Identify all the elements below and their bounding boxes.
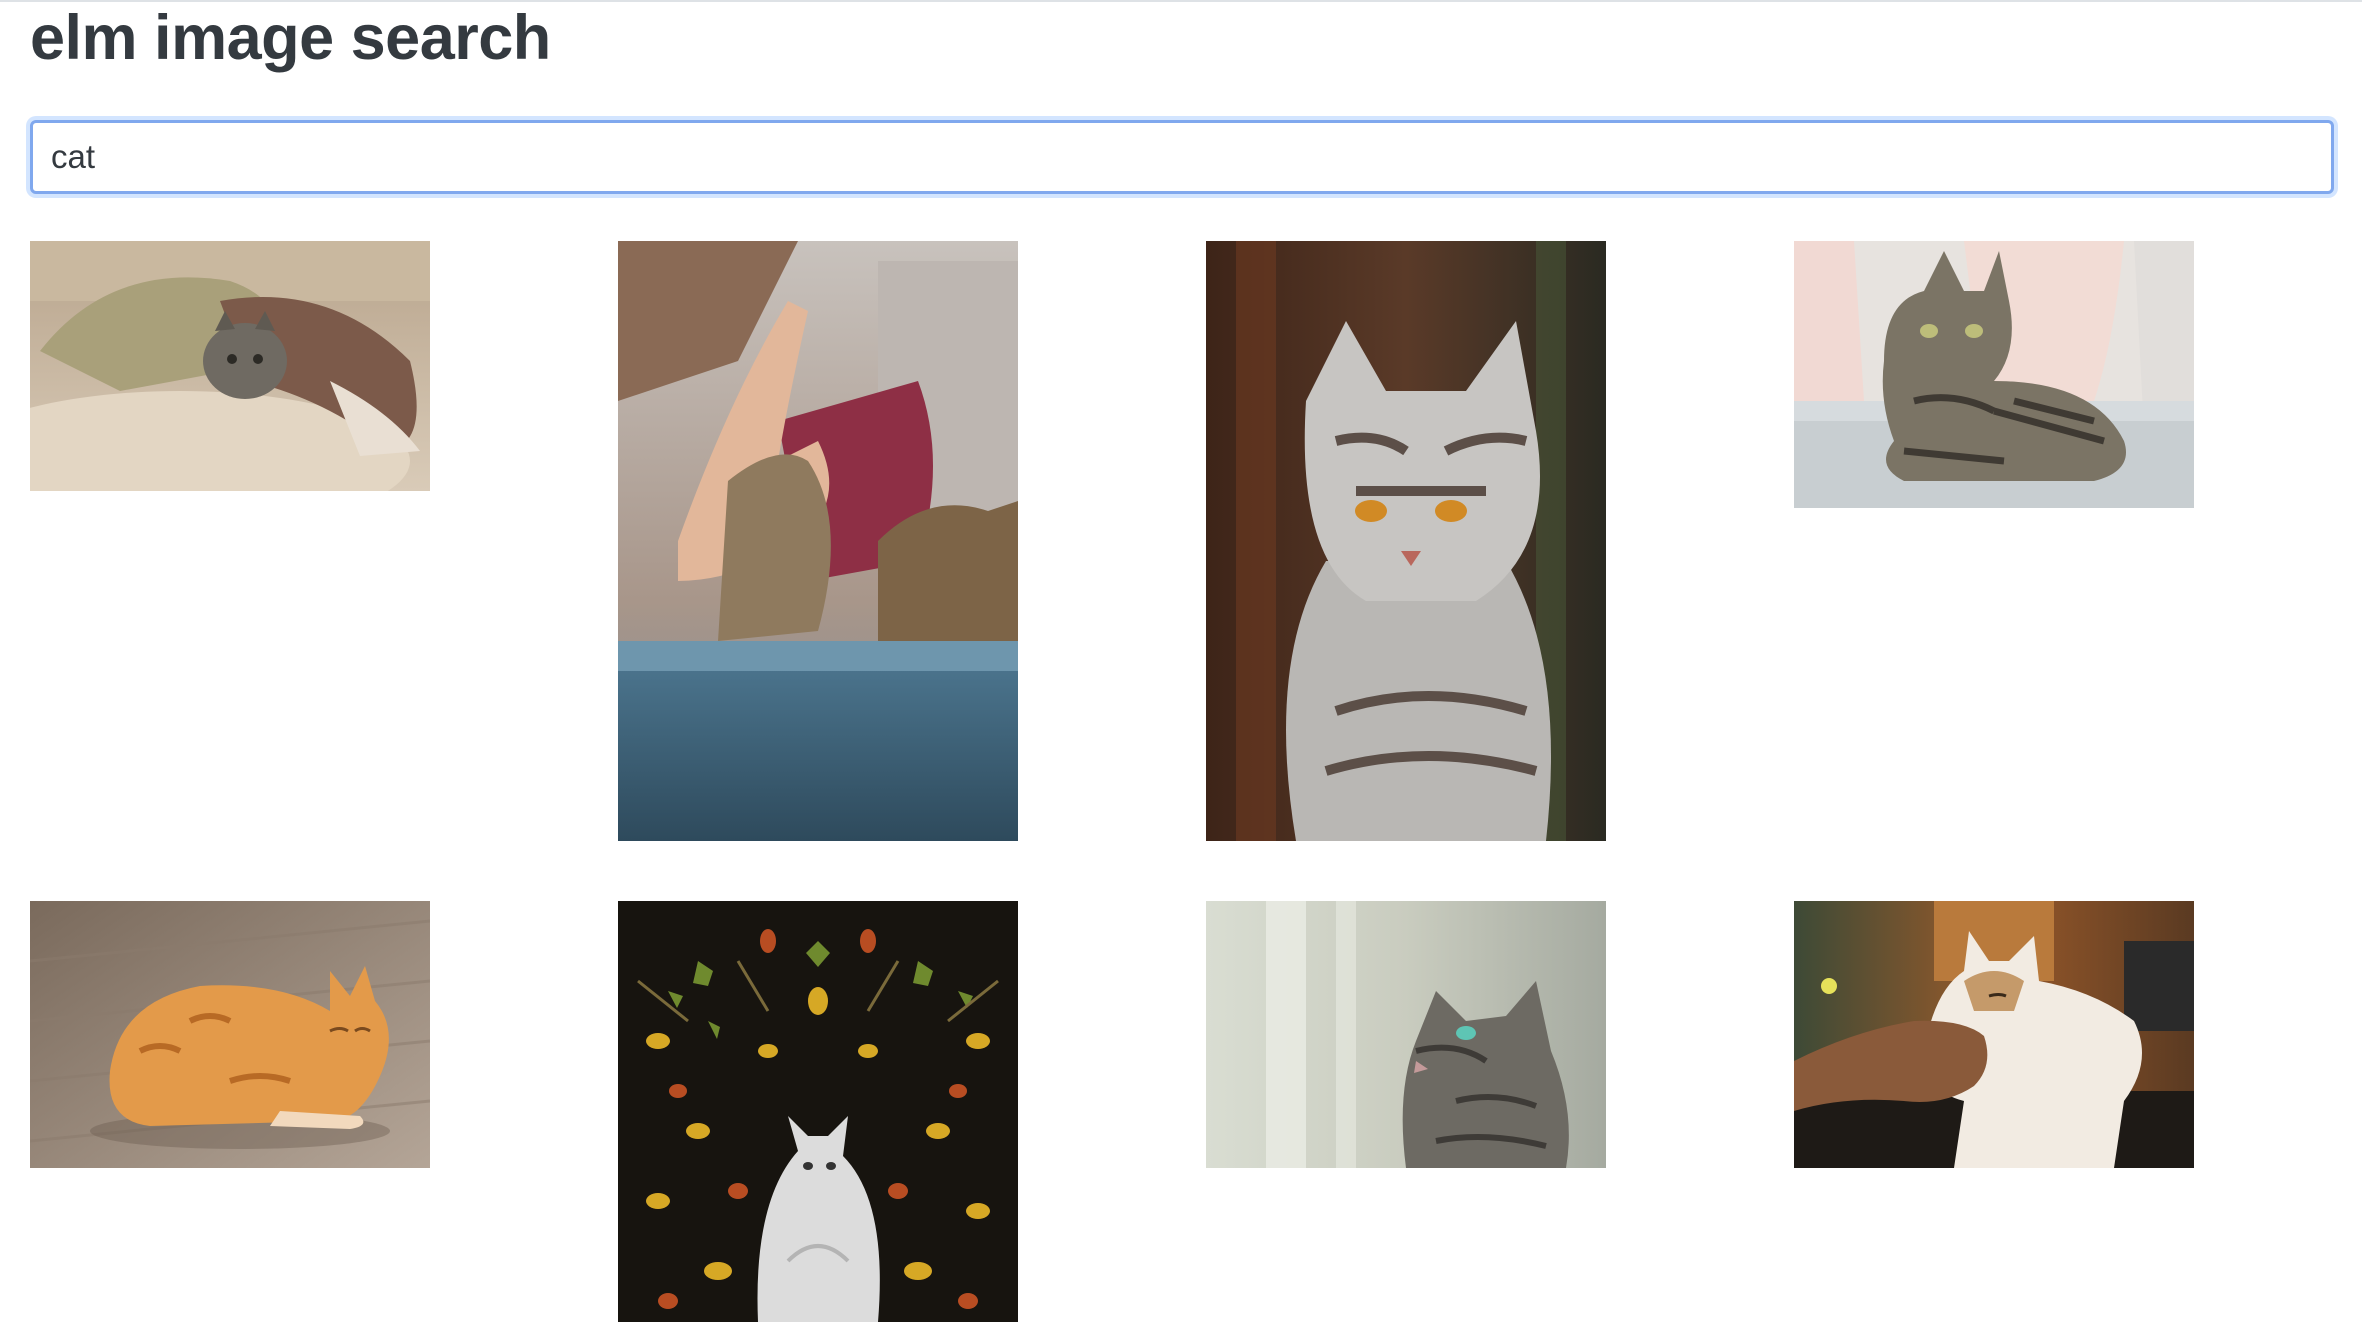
hand-petting-cat-image — [1794, 901, 2194, 1168]
page-title: elm image search — [30, 3, 551, 73]
result-image[interactable] — [1206, 901, 1606, 1168]
silver-tabby-portrait-image — [1206, 241, 1606, 841]
orange-cat-on-floor-image — [30, 901, 430, 1168]
result-image[interactable] — [1794, 901, 2194, 1168]
tabby-on-sofa-image — [1794, 241, 2194, 508]
result-image[interactable] — [618, 241, 1018, 841]
tabby-by-window-image — [1206, 901, 1606, 1168]
result-image[interactable] — [30, 241, 430, 491]
search-input[interactable] — [30, 120, 2334, 194]
result-image[interactable] — [618, 901, 1018, 1322]
hand-high-five-cat-image — [618, 241, 1018, 841]
kitten-under-blanket-image — [30, 241, 430, 491]
result-image[interactable] — [30, 901, 430, 1168]
result-image[interactable] — [1206, 241, 1606, 841]
result-image[interactable] — [1794, 241, 2194, 508]
kitten-autumn-leaves-image — [618, 901, 1018, 1322]
